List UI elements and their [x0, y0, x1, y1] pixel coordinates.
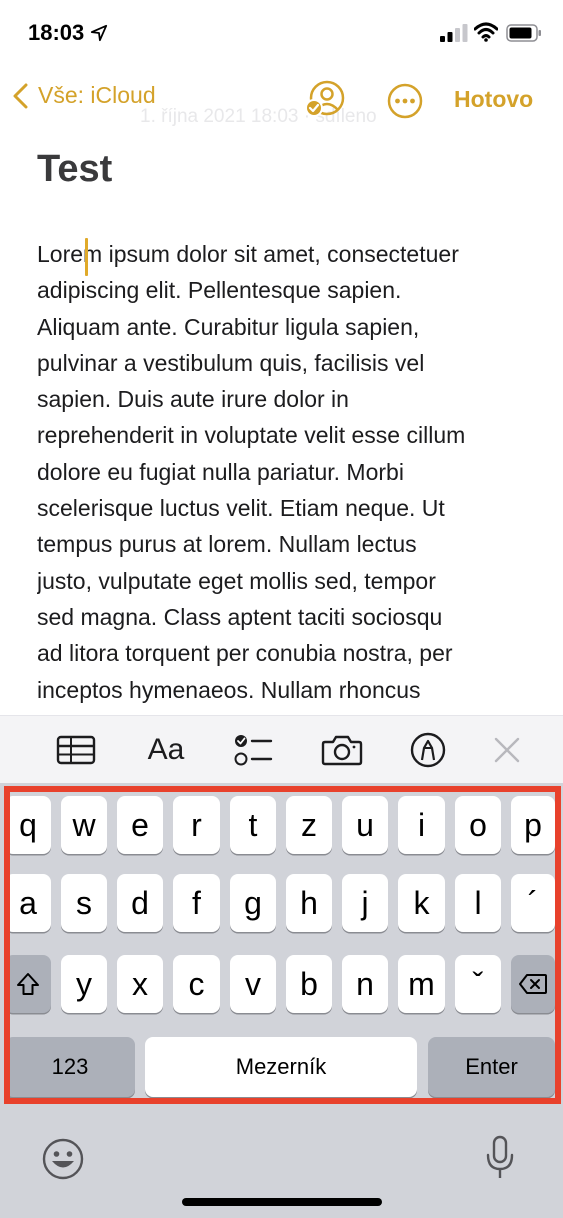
navigation-bar: 1. října 2021 18:03 · sdíleno Vše: iClou…: [0, 70, 563, 130]
chevron-left-icon: [13, 83, 28, 108]
note-body-line: reprehenderit in voluptate velit esse ci…: [37, 422, 466, 449]
note-body-line: justo, vulputate eget mollis sed, tempor: [37, 567, 436, 594]
note-body-line: dolore eu fugiat nulla pariatur. Morbi: [37, 458, 404, 485]
status-time: 18:03: [28, 20, 108, 46]
pen-markup-icon: [410, 732, 446, 768]
keyboard-highlight-frame: [4, 786, 561, 1104]
home-indicator[interactable]: [182, 1198, 382, 1206]
done-button[interactable]: Hotovo: [454, 86, 533, 113]
battery-icon: [506, 24, 541, 42]
table-icon: [56, 735, 96, 765]
keyboard: q w e r t z u i o p a s d f g h j k l ´ …: [0, 783, 563, 1218]
note-body-line: Lorem ipsum dolor sit amet, consectetuer: [37, 241, 459, 267]
note-body[interactable]: Lorem ipsum dolor sit amet, consectetuer…: [37, 236, 537, 711]
text-format-button[interactable]: Aa: [143, 732, 189, 768]
status-time-text: 18:03: [28, 20, 85, 45]
more-options-icon[interactable]: [386, 82, 424, 120]
format-toolbar: Aa: [0, 715, 563, 783]
checklist-button[interactable]: [232, 732, 274, 768]
note-body-line: sapien. Duis aute irure dolor in: [37, 386, 349, 413]
note-body-line: Aliquam ante. Curabitur ligula sapien,: [37, 313, 420, 340]
status-bar: 18:03: [0, 0, 563, 66]
note-body-line: adipiscing elit. Pellentesque sapien.: [37, 277, 402, 304]
note-body-line: scelerisque luctus velit. Etiam neque. U…: [37, 495, 445, 522]
microphone-icon[interactable]: [484, 1135, 516, 1181]
emoji-icon[interactable]: [42, 1138, 84, 1180]
table-button[interactable]: [55, 732, 97, 768]
cellular-signal-icon: [440, 24, 468, 42]
share-note-icon[interactable]: [303, 80, 347, 120]
note-title[interactable]: Test: [37, 148, 112, 191]
close-icon: [494, 737, 520, 763]
markup-button[interactable]: [410, 732, 446, 768]
close-toolbar-button[interactable]: [492, 732, 522, 768]
note-body-line: sed magna. Class aptent taciti sociosqu: [37, 603, 443, 630]
back-button-label: Vše: iCloud: [38, 82, 156, 108]
note-body-line: inceptos hymenaeos. Nullam rhoncus: [37, 676, 421, 703]
note-body-line: pulvinar a vestibulum quis, facilisis ve…: [37, 349, 425, 376]
text-cursor: [85, 238, 88, 276]
note-body-line: tempus purus at lorem. Nullam lectus: [37, 531, 417, 558]
back-button[interactable]: Vše: iCloud: [12, 82, 156, 109]
checklist-icon: [234, 735, 273, 766]
location-arrow-icon: [91, 24, 108, 42]
note-body-line: ad litora torquent per conubia nostra, p…: [37, 640, 453, 667]
wifi-icon: [474, 22, 498, 42]
camera-icon: [321, 735, 363, 766]
camera-button[interactable]: [320, 732, 364, 768]
